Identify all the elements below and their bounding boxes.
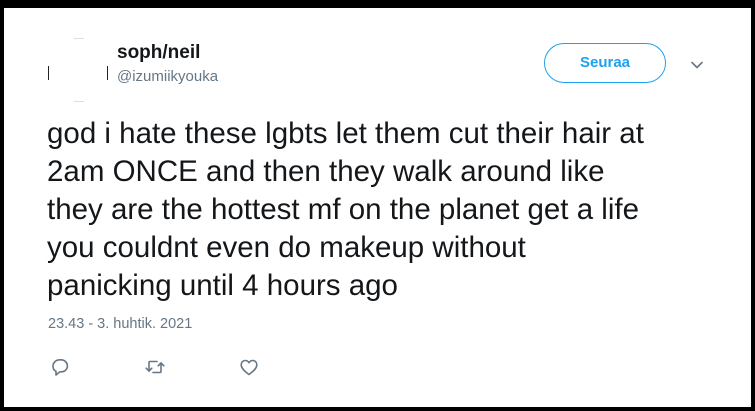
- tweet-timestamp[interactable]: 23.43 - 3. huhtik. 2021: [48, 316, 192, 332]
- avatar[interactable]: [48, 38, 108, 102]
- reply-icon[interactable]: [49, 356, 71, 378]
- avatar-edge: [74, 101, 84, 102]
- chevron-down-icon[interactable]: [690, 58, 704, 72]
- author-display-name[interactable]: soph/neil: [117, 42, 200, 64]
- tweet-text-line: they are the hottest mf on the planet ge…: [47, 193, 640, 226]
- tweet-card: soph/neil @izumiikyouka Seuraa god i hat…: [4, 8, 751, 407]
- tweet-text-line: you couldnt even do makeup without: [47, 231, 526, 264]
- avatar-edge: [74, 38, 84, 39]
- avatar-edge: [48, 66, 49, 80]
- tweet-text-line: god i hate these lgbts let them cut thei…: [47, 117, 644, 150]
- avatar-edge: [107, 66, 108, 80]
- author-handle[interactable]: @izumiikyouka: [117, 68, 218, 85]
- tweet-text: god i hate these lgbts let them cut thei…: [47, 115, 732, 305]
- follow-button[interactable]: Seuraa: [544, 43, 666, 83]
- heart-icon[interactable]: [238, 356, 260, 378]
- tweet-text-line: panicking until 4 hours ago: [47, 269, 398, 302]
- retweet-icon[interactable]: [144, 356, 166, 378]
- tweet-text-line: 2am ONCE and then they walk around like: [47, 155, 605, 188]
